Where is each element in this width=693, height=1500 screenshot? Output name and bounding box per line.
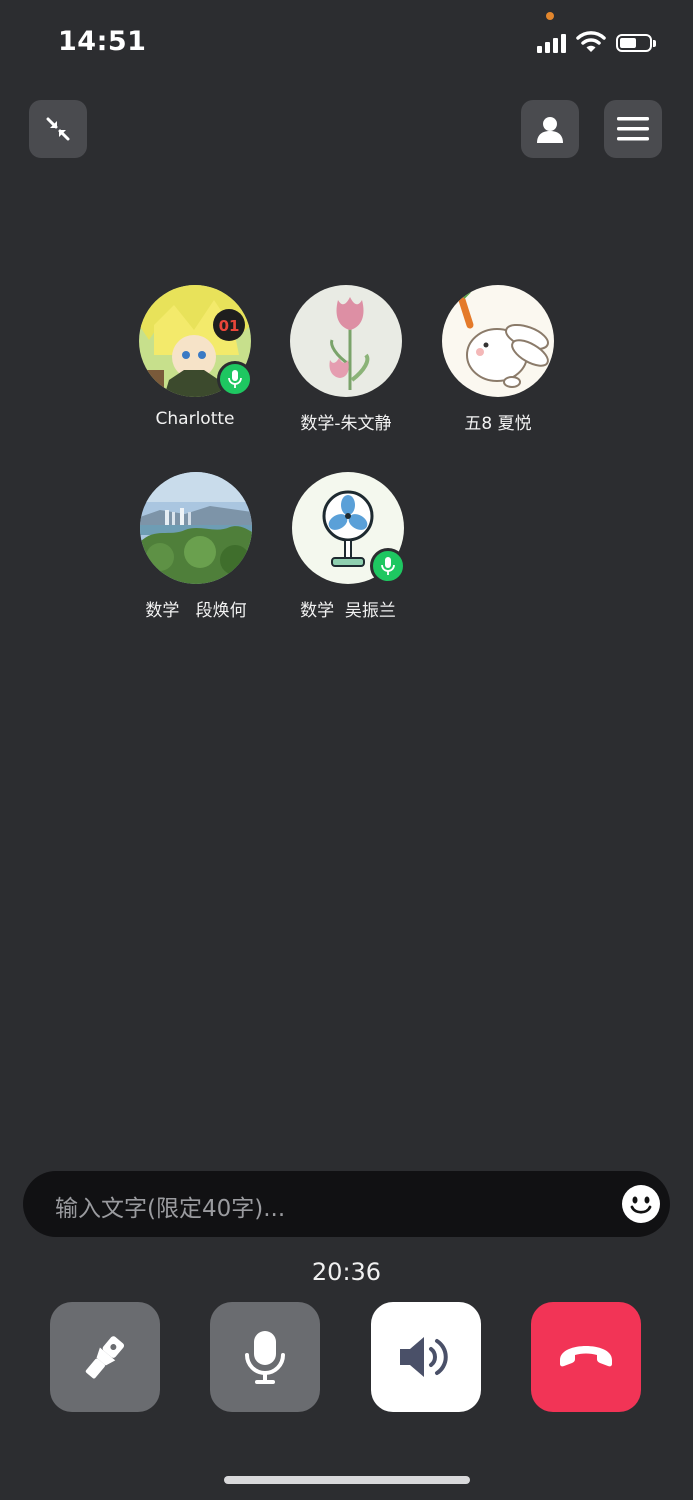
home-indicator[interactable]	[224, 1476, 470, 1484]
participant-tile[interactable]: 数学 段焕何	[121, 472, 271, 621]
hang-up-button[interactable]	[531, 1302, 641, 1412]
hang-up-icon	[560, 1346, 612, 1367]
battery-icon	[616, 34, 656, 52]
flashlight-button[interactable]	[50, 1302, 160, 1412]
microphone-button[interactable]	[210, 1302, 320, 1412]
participant-name: 数学 段焕何	[145, 601, 247, 621]
coastal-city-photo-avatar	[140, 472, 252, 584]
status-time: 14:51	[58, 26, 147, 57]
participant-tile[interactable]: 数学 吴振兰	[273, 472, 423, 621]
microphone-icon	[245, 1331, 285, 1384]
menu-button[interactable]	[604, 100, 662, 158]
speaker-icon	[400, 1337, 448, 1377]
tulip-flower-avatar	[290, 285, 402, 397]
status-bar: 14:51	[0, 0, 693, 90]
svg-text:01: 01	[219, 317, 240, 335]
participant-tile[interactable]: 五8 夏悦	[423, 285, 573, 434]
speaker-button[interactable]	[371, 1302, 481, 1412]
participant-name: Charlotte	[155, 409, 235, 429]
minimize-arrows-icon	[46, 117, 70, 141]
add-participant-button[interactable]	[521, 100, 579, 158]
wifi-icon	[576, 31, 606, 52]
mic-active-icon	[370, 548, 406, 584]
participant-name: 数学 吴振兰	[300, 601, 396, 621]
message-input-bar[interactable]: 输入文字(限定40字)...	[23, 1171, 670, 1237]
flashlight-icon	[85, 1336, 125, 1379]
mic-active-icon	[217, 361, 253, 397]
cellular-signal-icon	[537, 33, 566, 53]
participant-tile[interactable]: 01 Charlotte	[120, 285, 270, 429]
message-input-placeholder[interactable]: 输入文字(限定40字)...	[55, 1189, 285, 1223]
rabbit-with-carrot-avatar	[442, 285, 554, 397]
hamburger-menu-icon	[617, 117, 649, 141]
person-icon	[537, 117, 563, 143]
privacy-indicator-dot	[546, 12, 554, 20]
minimize-call-button[interactable]	[29, 100, 87, 158]
participant-tile[interactable]: 数学-朱文静	[271, 285, 421, 434]
call-duration: 20:36	[311, 1258, 382, 1286]
participant-name: 五8 夏悦	[464, 414, 532, 434]
emoji-icon[interactable]	[622, 1185, 660, 1223]
participant-name: 数学-朱文静	[300, 414, 392, 434]
